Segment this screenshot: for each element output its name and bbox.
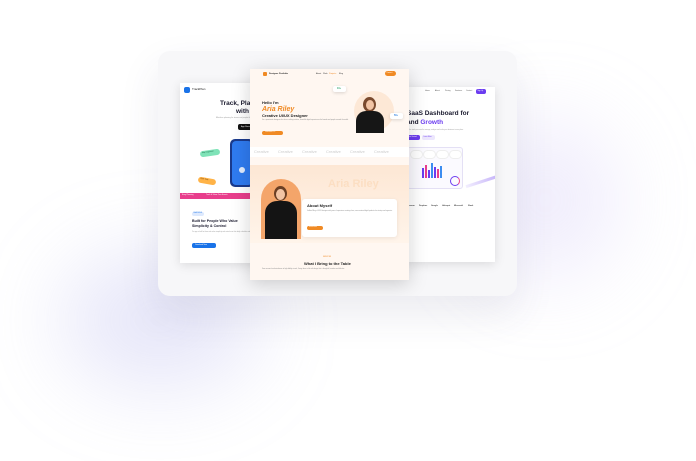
designer-portfolio-website-preview[interactable]: Designer Portfolio About Work Projects B… (250, 69, 409, 280)
services-tag: SERVICES (323, 257, 332, 258)
about-body-text: I'm Aria Riley, a UI/UX designer with ye… (307, 211, 393, 212)
donut-chart (450, 176, 460, 186)
about-portrait-face (276, 189, 285, 200)
chart-bar (431, 163, 433, 178)
download-button[interactable]: Download Now (192, 243, 216, 248)
partner-logo-google: Google (431, 205, 438, 207)
chart-bar (425, 165, 427, 178)
marquee-word: Creative (374, 149, 389, 154)
sticker-stay-organized: Stay Organized (199, 148, 221, 158)
marquee-word: Creative (326, 149, 341, 154)
hero-title-line1: SaaS Dashboard for (407, 110, 470, 117)
hero-role: Creative UI/UX Designer (262, 113, 308, 118)
about-watermark-name: Aria Riley (328, 178, 379, 190)
nav-link-home[interactable]: Home (425, 90, 430, 93)
stat-card: 10+ (333, 86, 346, 92)
partner-logo-microsoft: Microsoft (454, 205, 463, 207)
kpi-card (410, 150, 423, 159)
hero-greeting: Hello I'm (262, 100, 279, 105)
about-title: About Myself (307, 203, 333, 208)
features-tag: FEATURES (192, 212, 204, 216)
chart-bar (422, 168, 424, 178)
chart-bar (428, 170, 430, 178)
hero-name: Aria Riley (262, 106, 295, 113)
services-body-text: From research and wireframes to high-fid… (262, 269, 345, 270)
phone-app-icon (239, 167, 245, 173)
marquee-word: Creative (302, 149, 317, 154)
about-card: About Myself I'm Aria Riley, a UI/UX des… (302, 199, 397, 237)
contact-button[interactable]: Contact (385, 71, 396, 76)
saas-dashboard-website-preview[interactable]: Home About Pricing Features Contact Sign… (405, 87, 495, 262)
brand-name: Designer Portfolio (269, 73, 288, 75)
decorative-purple-stripe (465, 172, 495, 189)
marquee-word: Creative (254, 149, 269, 154)
nav-link-features[interactable]: Features (455, 90, 462, 93)
chart-bar (437, 169, 439, 178)
nav-link-projects[interactable]: Projects (329, 73, 336, 75)
section-body-text: Our app is built for those who value sim… (192, 232, 255, 233)
learn-more-button[interactable]: Learn More (422, 135, 435, 140)
brand-logo-icon (184, 87, 190, 93)
brand-logo-icon (263, 72, 267, 76)
phone-screen (232, 141, 252, 185)
sticker-save-time: Save Time (197, 176, 217, 186)
download-cv-button[interactable]: Download CV (262, 131, 283, 135)
kpi-card (436, 150, 449, 159)
nav-link-work[interactable]: Work (323, 73, 328, 75)
marquee-word: Creative (278, 149, 293, 154)
chart-bar (434, 167, 436, 178)
chart-bar (440, 166, 442, 178)
hero-title-line2: with (236, 108, 249, 115)
services-title: What I Bring to the Table (304, 261, 351, 266)
showcase-card: TrackPlan Track, Plan & with Effortless … (158, 51, 517, 296)
hero-intro-text: I'm a passionate designer who loves craf… (262, 120, 349, 121)
marquee-strip: Creative Creative Creative Creative Crea… (250, 147, 409, 157)
partner-logo-slack: Slack (468, 205, 474, 207)
portrait-face (366, 100, 374, 110)
marquee-word: Creative (350, 149, 365, 154)
hero-accent-word: Growth (420, 119, 444, 126)
dashboard-mockup (407, 147, 463, 189)
about-portrait-body (265, 201, 297, 239)
ribbon-item: Track & Share Your Events (206, 194, 228, 196)
nav-link-about[interactable]: About (435, 90, 440, 93)
hero-body-text: All the tools you need to manage, analyz… (407, 130, 464, 131)
nav-link-blog[interactable]: Blog (339, 73, 343, 75)
ribbon-item: Easy Planning (182, 194, 194, 196)
nav-link-contact[interactable]: Contact (466, 90, 472, 93)
nav-link-pricing[interactable]: Pricing (445, 90, 451, 93)
kpi-card (449, 150, 462, 159)
read-more-button[interactable]: Read More (307, 226, 323, 230)
kpi-card (423, 150, 436, 159)
partner-logo-dropbox: Dropbox (419, 205, 428, 207)
brand-name: TrackPlan (192, 87, 206, 91)
portrait-body (356, 111, 384, 133)
section-title-line2: Simplicity & Control (192, 224, 227, 228)
sign-up-button[interactable]: Sign Up (476, 89, 486, 94)
partner-logo-hubspot: Hubspot (442, 205, 451, 207)
hero-title-line2: and Growth (407, 119, 444, 126)
stat-card: 50+ (390, 113, 403, 119)
nav-link-about[interactable]: About (316, 73, 321, 75)
